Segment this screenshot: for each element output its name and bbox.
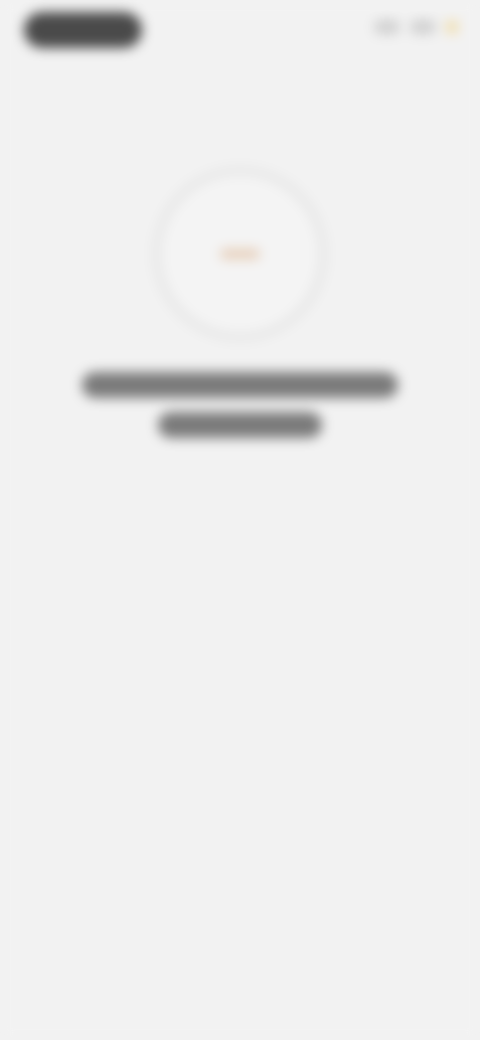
loading-message-line-2 xyxy=(158,412,322,438)
signal-icon xyxy=(374,20,400,34)
status-bar xyxy=(0,0,480,64)
loading-message-line-1 xyxy=(82,372,398,398)
loading-message-text-2 xyxy=(158,412,159,413)
loading-message-text-1 xyxy=(82,372,83,373)
loading-spinner-icon xyxy=(217,240,263,268)
battery-icon xyxy=(446,20,458,34)
loading-message xyxy=(0,372,480,438)
status-time-pill xyxy=(24,12,142,48)
app-screen xyxy=(0,0,480,1040)
status-icons xyxy=(374,20,458,34)
loading-spinner xyxy=(154,168,326,340)
spinner-center-mark xyxy=(220,249,260,259)
wifi-icon xyxy=(410,20,436,34)
status-time xyxy=(24,12,25,13)
